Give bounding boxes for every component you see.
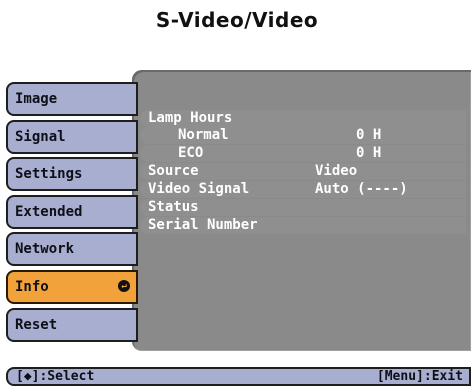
eco-label: ECO [178,145,204,161]
normal-label: Normal [178,127,229,143]
source-value: Video [315,163,358,179]
source-label: Source [148,163,199,179]
menu-item-label: Reset [15,317,58,333]
lamp-hours-label: Lamp Hours [148,110,233,126]
menu-item-extended[interactable]: Extended [6,195,138,229]
select-hint: [◆]:Select [16,369,95,384]
video-signal-value: Auto (----) [315,181,408,197]
enter-icon: ↵ [118,280,130,292]
menu-item-info[interactable]: Info ↵ [6,270,138,304]
menu-item-label: Network [15,241,75,257]
menu-item-label: Signal [15,129,66,145]
menu-item-image[interactable]: Image [6,82,138,116]
exit-hint: [Menu]:Exit [376,369,463,384]
page-title: S-Video/Video [155,8,319,32]
serial-number-label: Serial Number [148,217,258,233]
menu-item-label: Settings [15,166,83,182]
menu-item-reset[interactable]: Reset [6,308,138,342]
menu-item-signal[interactable]: Signal [6,120,138,154]
footer-bar: [◆]:Select [Menu]:Exit [6,367,471,386]
normal-value: 0 H [356,127,382,143]
menu-item-label: Image [15,91,58,107]
menu-item-network[interactable]: Network [6,232,138,266]
menu-item-label: Extended [15,204,83,220]
menu-item-settings[interactable]: Settings [6,157,138,191]
status-label: Status [148,199,199,215]
menu-item-label: Info [15,279,49,295]
video-signal-label: Video Signal [148,181,250,197]
eco-value: 0 H [356,145,382,161]
